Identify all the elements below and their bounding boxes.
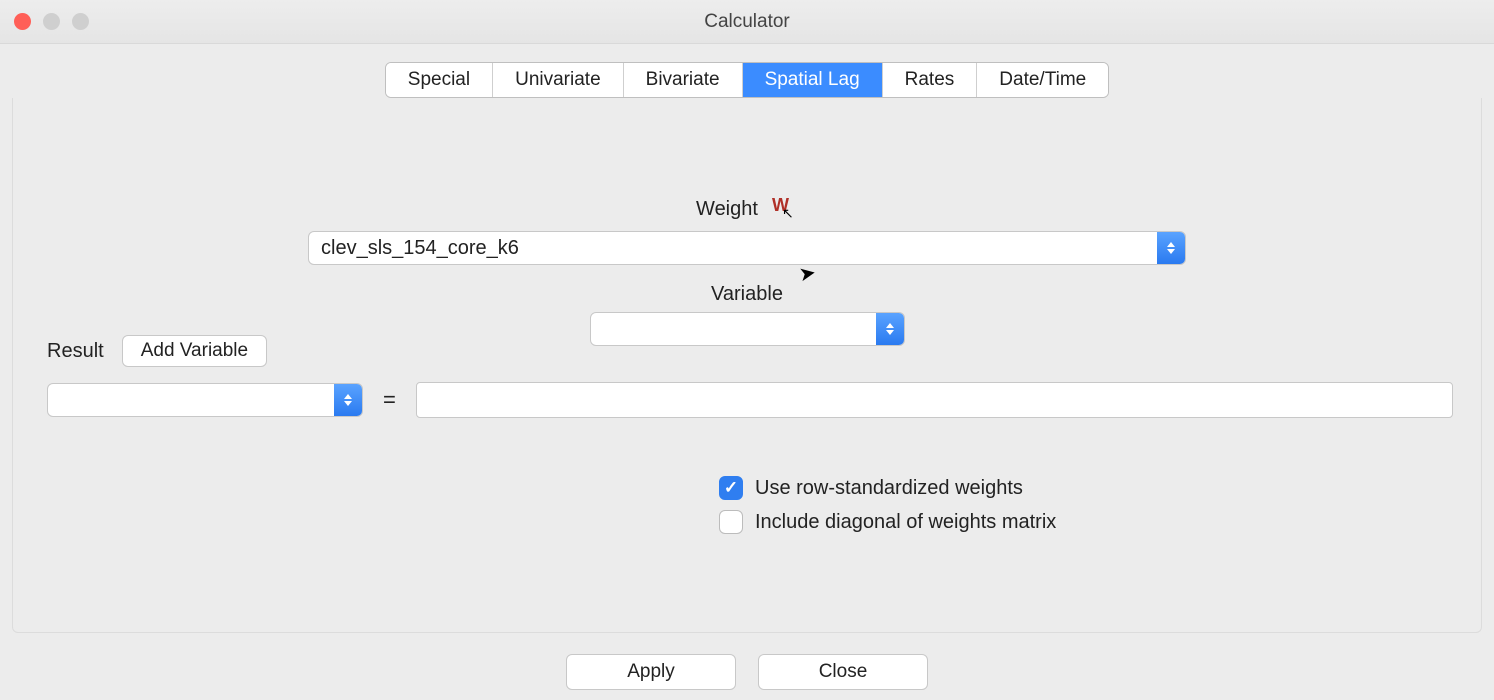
variable-select[interactable] — [590, 312, 905, 346]
formula-row: = — [47, 382, 1453, 418]
tab-special[interactable]: Special — [386, 63, 493, 97]
weight-label: Weight — [696, 198, 758, 221]
include-diagonal-checkbox[interactable] — [719, 510, 743, 534]
apply-button[interactable]: Apply — [566, 654, 736, 690]
equals-sign: = — [383, 387, 396, 413]
weight-select[interactable]: clev_sls_154_core_k6 — [308, 231, 1186, 265]
result-select[interactable] — [47, 383, 363, 417]
row-standardized-checkbox[interactable] — [719, 476, 743, 500]
dialog-buttons: Apply Close — [0, 654, 1494, 690]
dropdown-icon — [876, 313, 904, 345]
tab-bar: Special Univariate Bivariate Spatial Lag… — [0, 62, 1494, 98]
tab-univariate[interactable]: Univariate — [493, 63, 624, 97]
tab-rates[interactable]: Rates — [883, 63, 978, 97]
variable-label: Variable — [13, 283, 1481, 306]
weight-section: Weight W↖ clev_sls_154_core_k6 ➤ — [13, 198, 1481, 265]
content-panel: Weight W↖ clev_sls_154_core_k6 ➤ Variabl… — [12, 98, 1482, 633]
include-diagonal-label: Include diagonal of weights matrix — [755, 511, 1056, 534]
window-title: Calculator — [0, 11, 1494, 33]
close-button[interactable]: Close — [758, 654, 928, 690]
add-variable-button[interactable]: Add Variable — [122, 335, 267, 367]
result-section: Result Add Variable — [47, 335, 267, 383]
options-section: Use row-standardized weights Include dia… — [719, 476, 1056, 544]
weight-select-value: clev_sls_154_core_k6 — [309, 237, 1157, 260]
dropdown-icon — [1157, 232, 1185, 264]
weights-manager-icon[interactable]: W↖ — [772, 199, 798, 221]
tab-spatial-lag[interactable]: Spatial Lag — [743, 63, 883, 97]
dropdown-icon — [334, 384, 362, 416]
row-standardized-label: Use row-standardized weights — [755, 477, 1023, 500]
result-label: Result — [47, 340, 104, 363]
tab-bivariate[interactable]: Bivariate — [624, 63, 743, 97]
tab-datetime[interactable]: Date/Time — [977, 63, 1108, 97]
formula-input[interactable] — [416, 382, 1453, 418]
titlebar: Calculator — [0, 0, 1494, 44]
